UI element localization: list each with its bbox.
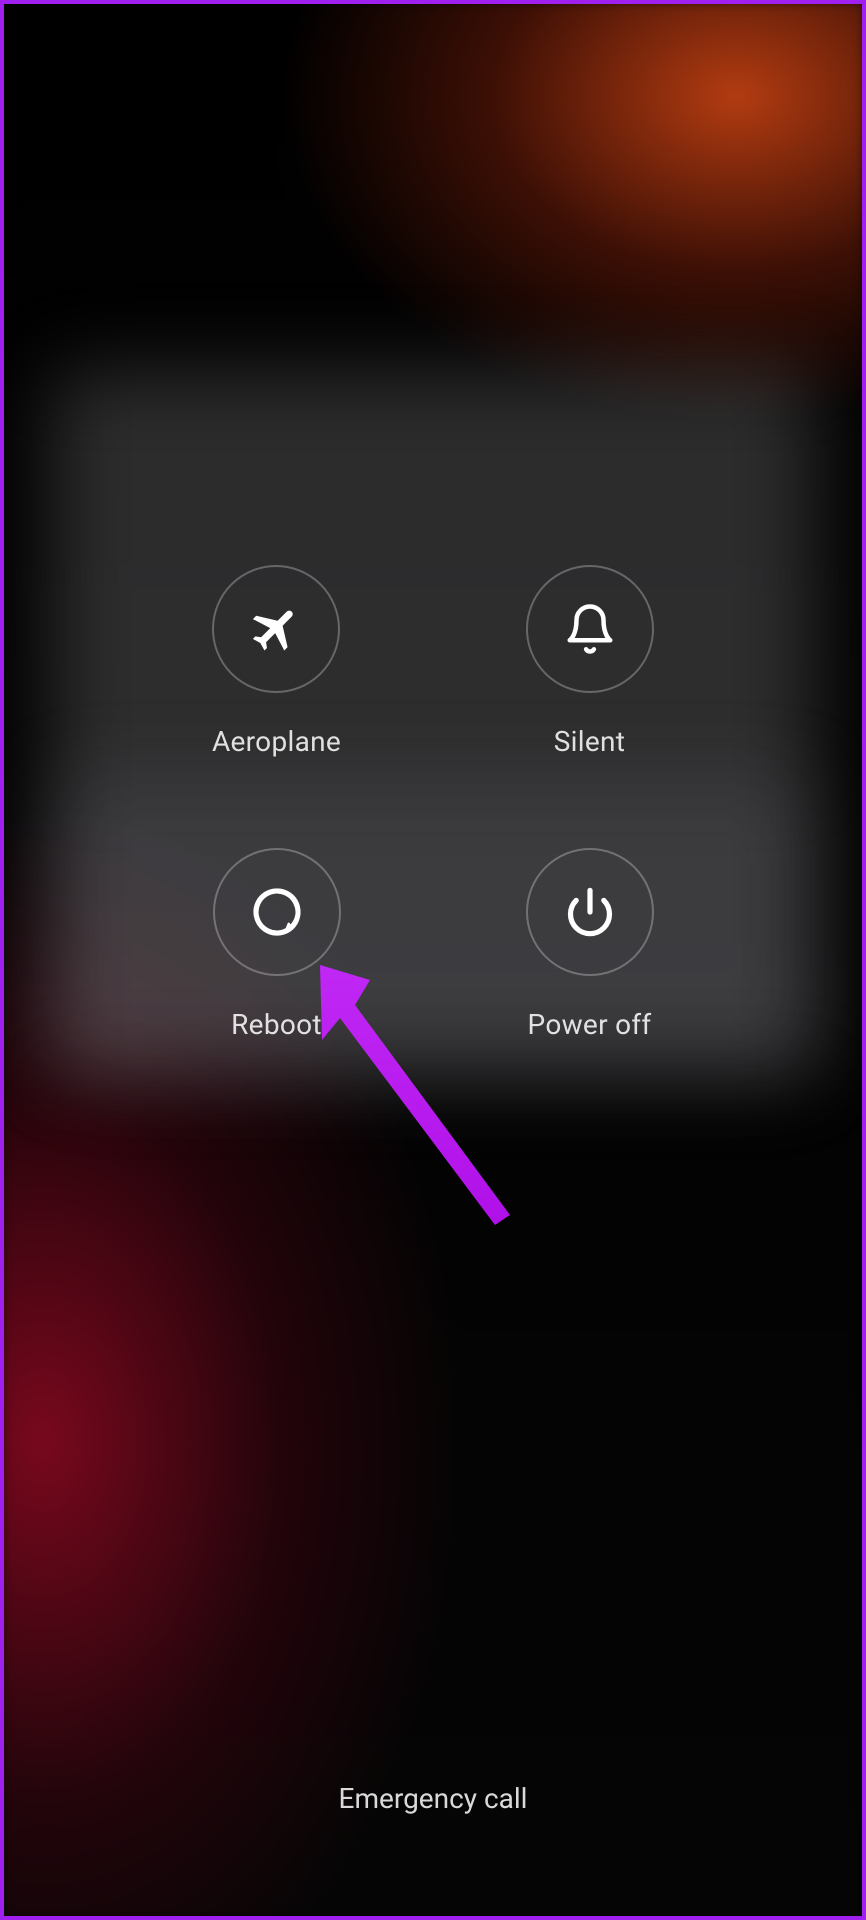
power-icon <box>526 848 654 976</box>
aeroplane-button[interactable]: Aeroplane <box>212 565 341 758</box>
silent-button[interactable]: Silent <box>526 565 654 758</box>
power-off-label: Power off <box>528 1008 652 1041</box>
restart-icon <box>213 848 341 976</box>
aeroplane-label: Aeroplane <box>212 725 341 758</box>
bell-icon <box>526 565 654 693</box>
power-menu: Aeroplane Silent Reboot <box>0 565 866 1041</box>
airplane-icon <box>212 565 340 693</box>
emergency-call-button[interactable]: Emergency call <box>0 1782 866 1815</box>
reboot-button[interactable]: Reboot <box>213 848 341 1041</box>
reboot-label: Reboot <box>231 1008 322 1041</box>
power-off-button[interactable]: Power off <box>526 848 654 1041</box>
silent-label: Silent <box>554 725 626 758</box>
